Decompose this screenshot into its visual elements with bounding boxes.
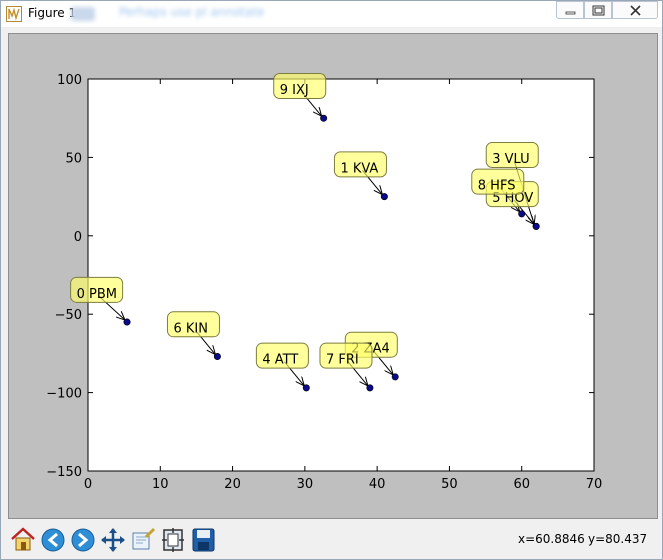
floppy-disk-icon bbox=[192, 528, 215, 552]
data-point[interactable] bbox=[532, 222, 540, 230]
cursor-x-readout: x=60.8846 bbox=[518, 532, 585, 546]
window-title: Figure 1 bbox=[28, 6, 77, 20]
back-button[interactable] bbox=[39, 525, 67, 553]
point-label: 4 ATT bbox=[262, 353, 298, 368]
data-point[interactable] bbox=[380, 193, 388, 201]
x-tick-label: 70 bbox=[586, 477, 603, 492]
x-tick-label: 0 bbox=[84, 477, 92, 492]
forward-button[interactable] bbox=[69, 525, 97, 553]
y-tick-label: −150 bbox=[46, 465, 82, 480]
arrow-left-icon bbox=[41, 528, 65, 552]
minimize-button[interactable] bbox=[556, 1, 584, 19]
y-tick-label: −50 bbox=[55, 308, 82, 323]
plot-area[interactable] bbox=[87, 78, 595, 472]
point-label: 7 FRI bbox=[326, 353, 359, 368]
minimize-icon bbox=[565, 11, 576, 15]
data-point[interactable] bbox=[320, 114, 328, 122]
scatter-chart[interactable]: 0 10 20 30 40 50 60 70 100 50 0 −50 −100 −150 0 PBM 1 K… bbox=[9, 34, 657, 518]
arrow-right-icon bbox=[71, 528, 95, 552]
blurred-caption: Perhaps use pl annotate bbox=[119, 5, 265, 19]
y-tick-label: 100 bbox=[57, 73, 82, 88]
data-point[interactable] bbox=[302, 384, 310, 392]
x-tick-label: 50 bbox=[441, 477, 458, 492]
point-label: 8 HFS bbox=[478, 179, 516, 194]
home-icon bbox=[11, 527, 35, 551]
pan-button[interactable] bbox=[99, 525, 127, 553]
x-tick-label: 20 bbox=[224, 477, 241, 492]
home-button[interactable] bbox=[9, 525, 37, 553]
title-bar[interactable]: Figure 1 Perhaps use pl annotate bbox=[1, 1, 662, 27]
x-tick-label: 40 bbox=[369, 477, 386, 492]
x-tick-label: 30 bbox=[297, 477, 314, 492]
matplotlib-app-icon bbox=[6, 6, 22, 22]
figure-window: Figure 1 Perhaps use pl annotate 0 10 20 30… bbox=[0, 0, 663, 560]
data-point[interactable] bbox=[366, 384, 374, 392]
navigation-toolbar: x=60.8846 y=80.437 bbox=[1, 523, 662, 559]
data-point[interactable] bbox=[391, 373, 399, 381]
move-arrows-icon bbox=[101, 528, 125, 552]
point-label: 6 KIN bbox=[173, 321, 208, 336]
point-label: 9 IXJ bbox=[280, 83, 309, 98]
x-tick-label: 10 bbox=[152, 477, 169, 492]
zoom-button[interactable] bbox=[129, 525, 157, 553]
point-label: 3 VLU bbox=[492, 152, 529, 167]
close-button[interactable] bbox=[612, 1, 658, 19]
close-icon bbox=[630, 5, 641, 16]
restore-icon bbox=[592, 5, 605, 16]
subplots-button[interactable] bbox=[159, 525, 187, 553]
y-tick-label: 50 bbox=[65, 151, 82, 166]
cursor-y-readout: y=80.437 bbox=[588, 532, 648, 546]
save-button[interactable] bbox=[189, 525, 217, 553]
data-point[interactable] bbox=[213, 353, 221, 361]
x-tick-label: 60 bbox=[513, 477, 530, 492]
y-tick-label: 0 bbox=[74, 230, 82, 245]
point-label: 0 PBM bbox=[77, 287, 117, 302]
y-tick-label: −100 bbox=[46, 387, 82, 402]
zoom-rect-icon bbox=[132, 527, 156, 550]
configure-subplots-icon bbox=[162, 528, 184, 552]
data-point[interactable] bbox=[518, 210, 526, 218]
point-label: 1 KVA bbox=[340, 161, 378, 176]
blurred-glyph bbox=[71, 7, 95, 21]
data-point[interactable] bbox=[123, 318, 131, 326]
restore-button[interactable] bbox=[584, 1, 612, 19]
